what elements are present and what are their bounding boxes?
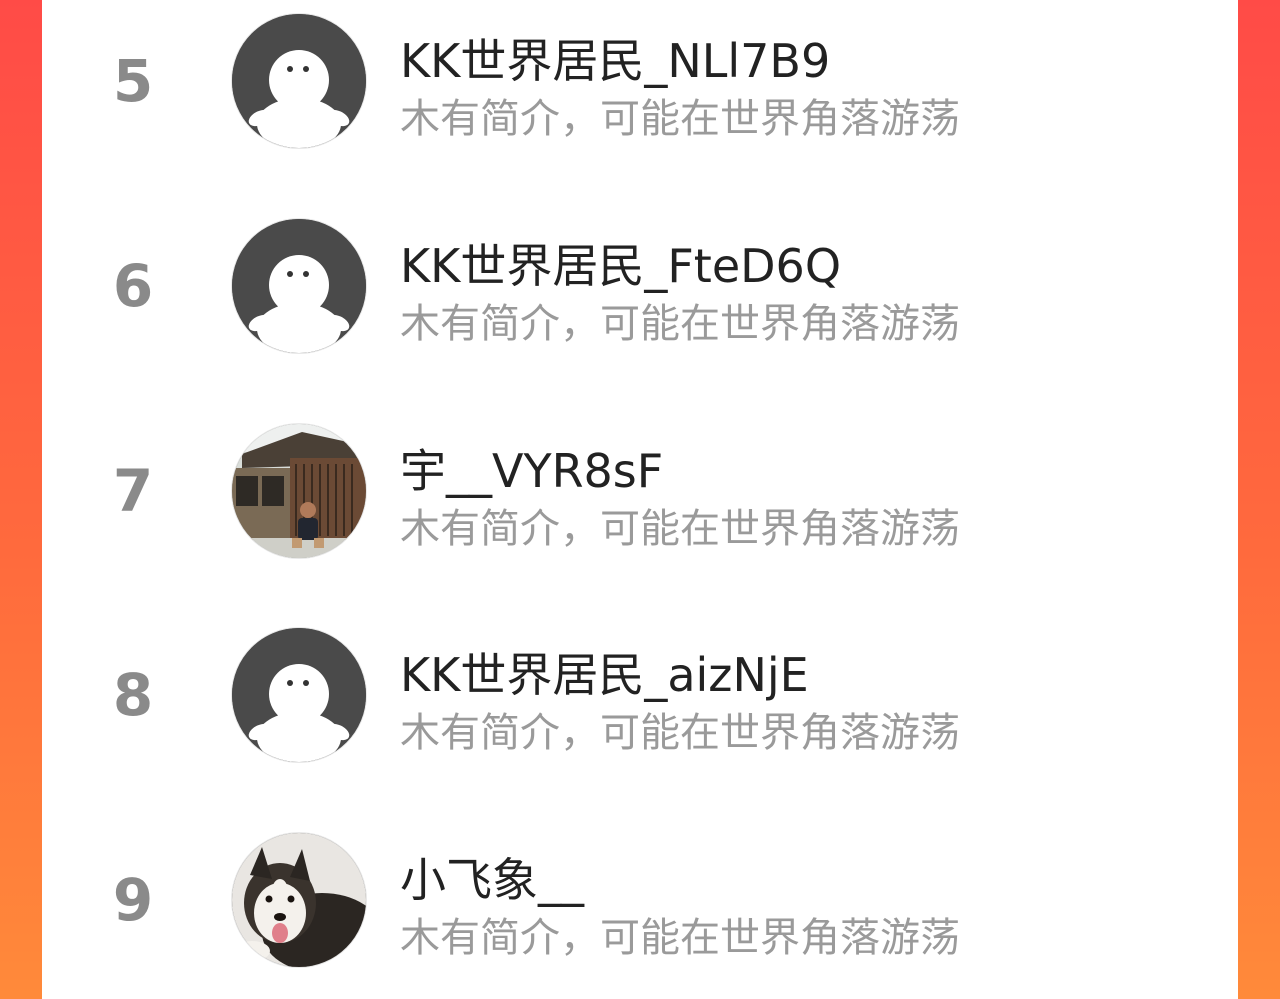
default-avatar-icon[interactable] xyxy=(232,628,366,762)
user-bio: 木有简介，可能在世界角落游荡 xyxy=(400,506,960,552)
user-bio: 木有简介，可能在世界角落游荡 xyxy=(400,710,960,756)
default-avatar-icon[interactable] xyxy=(232,14,366,148)
list-item[interactable]: 8 KK世界居民_aizNjE 木有简介，可能在世界角落游荡 xyxy=(42,628,1238,768)
default-avatar-icon[interactable] xyxy=(232,219,366,353)
rank-number: 9 xyxy=(112,866,154,934)
rank-number: 5 xyxy=(112,47,154,115)
user-name[interactable]: 宇__VYR8sF xyxy=(400,442,663,500)
list-item[interactable]: 9 小飞象__ 木有简介，可能在世界角落游荡 xyxy=(42,833,1238,973)
rank-number: 7 xyxy=(112,457,154,525)
user-name[interactable]: KK世界居民_NLl7B9 xyxy=(400,32,830,90)
ranking-list-panel: 5 KK世界居民_NLl7B9 木有简介，可能在世界角落游荡 6 KK世界居民_… xyxy=(42,0,1238,999)
list-item[interactable]: 6 KK世界居民_FteD6Q 木有简介，可能在世界角落游荡 xyxy=(42,219,1238,359)
user-bio: 木有简介，可能在世界角落游荡 xyxy=(400,915,960,961)
photo-avatar-dog[interactable] xyxy=(232,833,366,967)
photo-avatar-house[interactable] xyxy=(232,424,366,558)
user-bio: 木有简介，可能在世界角落游荡 xyxy=(400,301,960,347)
list-item[interactable]: 5 KK世界居民_NLl7B9 木有简介，可能在世界角落游荡 xyxy=(42,14,1238,154)
rank-number: 8 xyxy=(112,661,154,729)
rank-number: 6 xyxy=(112,252,154,320)
user-name[interactable]: KK世界居民_aizNjE xyxy=(400,646,809,704)
user-name[interactable]: KK世界居民_FteD6Q xyxy=(400,237,841,295)
list-item[interactable]: 7 宇__VYR8sF 木有简介，可能在世界角落游荡 xyxy=(42,424,1238,564)
user-name[interactable]: 小飞象__ xyxy=(400,851,584,909)
user-bio: 木有简介，可能在世界角落游荡 xyxy=(400,96,960,142)
